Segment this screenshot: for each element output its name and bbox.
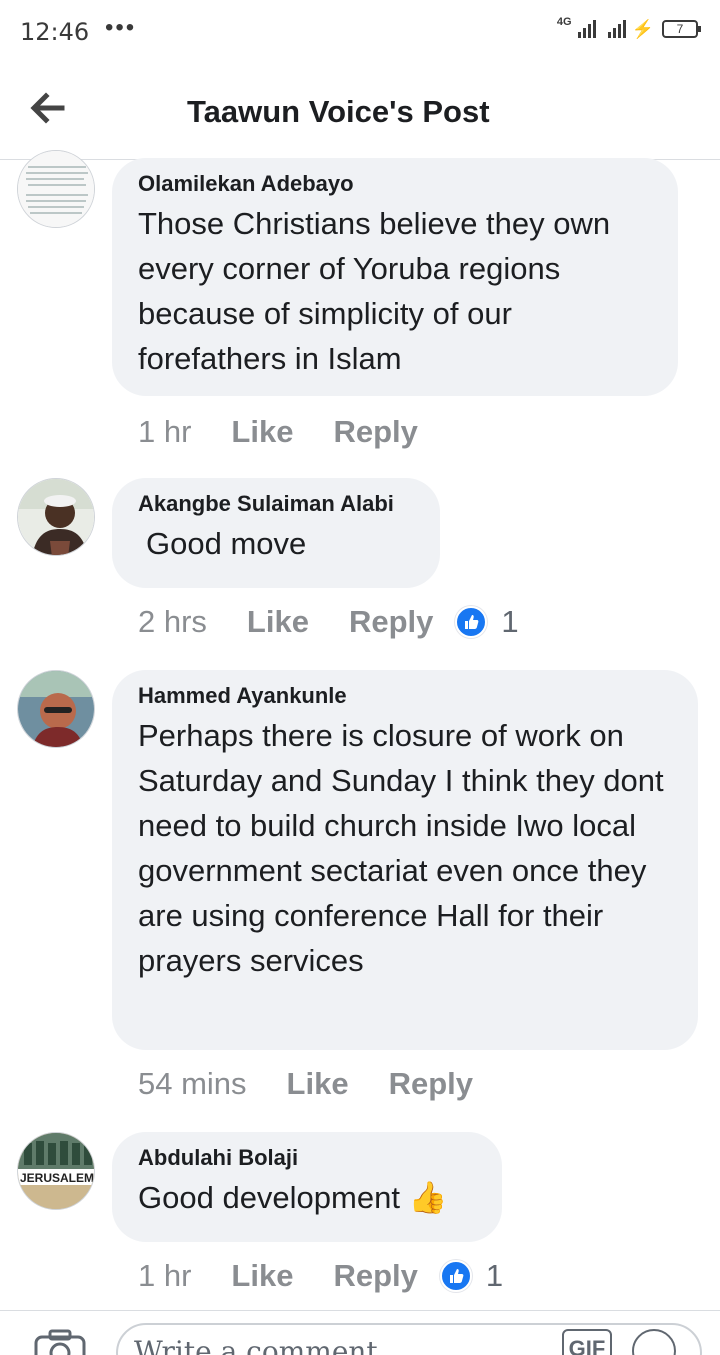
battery-icon: 7 bbox=[662, 20, 701, 38]
comment-text: Good development 👍 bbox=[138, 1175, 476, 1220]
comment-composer: Write a comment... GIF bbox=[0, 1310, 720, 1355]
charging-icon: ⚡ bbox=[631, 19, 654, 39]
status-icons: 4G ⚡ 7 bbox=[556, 16, 701, 39]
comment-text: Good move bbox=[146, 526, 307, 561]
comment-actions: 54 mins Like Reply bbox=[138, 1066, 473, 1102]
comment-bubble: Olamilekan Adebayo Those Christians beli… bbox=[112, 158, 678, 396]
thumbs-up-reaction-icon[interactable] bbox=[455, 606, 488, 638]
notification-dots: ••• bbox=[105, 14, 137, 41]
like-button[interactable]: Like bbox=[231, 414, 293, 450]
status-time: 12:46 bbox=[20, 18, 90, 46]
avatar[interactable] bbox=[17, 670, 95, 748]
comment-time[interactable]: 1 hr bbox=[138, 1258, 191, 1294]
comment-actions: 2 hrs Like Reply 1 bbox=[138, 604, 519, 640]
avatar[interactable]: JERUSALEM bbox=[17, 1132, 95, 1210]
comment-author[interactable]: Akangbe Sulaiman Alabi bbox=[138, 491, 414, 517]
reaction-count[interactable]: 1 bbox=[486, 1258, 503, 1294]
reply-button[interactable]: Reply bbox=[349, 604, 433, 640]
comment-bubble: Abdulahi Bolaji Good development 👍 bbox=[112, 1132, 502, 1242]
battery-level: 7 bbox=[676, 22, 684, 36]
thumbs-up-emoji-icon: 👍 bbox=[408, 1180, 448, 1215]
signal-icon-2 bbox=[607, 18, 626, 38]
reply-button[interactable]: Reply bbox=[389, 1066, 473, 1102]
comment-text-body: Good development bbox=[138, 1180, 400, 1215]
comment-actions: 1 hr Like Reply bbox=[138, 414, 418, 450]
reply-button[interactable]: Reply bbox=[333, 414, 417, 450]
comment-author[interactable]: Abdulahi Bolaji bbox=[138, 1145, 476, 1171]
post-header: Taawun Voice's Post bbox=[0, 62, 720, 160]
avatar[interactable] bbox=[17, 478, 95, 556]
comment-input-placeholder: Write a comment... bbox=[134, 1335, 405, 1355]
comment-text: Perhaps there is closure of work on Satu… bbox=[138, 718, 664, 978]
reaction-count[interactable]: 1 bbox=[501, 604, 518, 640]
like-button[interactable]: Like bbox=[231, 1258, 293, 1294]
comment-text: Those Christians believe they own every … bbox=[138, 206, 611, 376]
comment-author[interactable]: Olamilekan Adebayo bbox=[138, 171, 652, 197]
avatar[interactable] bbox=[17, 150, 95, 228]
back-arrow-icon[interactable] bbox=[28, 90, 68, 126]
comment-author[interactable]: Hammed Ayankunle bbox=[138, 683, 672, 709]
comment-bubble: Akangbe Sulaiman Alabi Good move bbox=[112, 478, 440, 588]
avatar-logo-text: JERUSALEM bbox=[20, 1171, 94, 1185]
like-button[interactable]: Like bbox=[247, 604, 309, 640]
comment-time[interactable]: 54 mins bbox=[138, 1066, 247, 1102]
comment-actions: 1 hr Like Reply 1 bbox=[138, 1258, 503, 1294]
thumbs-up-reaction-icon[interactable] bbox=[439, 1260, 472, 1292]
status-bar: 12:46 ••• 4G ⚡ 7 bbox=[0, 0, 720, 62]
comment-time[interactable]: 2 hrs bbox=[138, 604, 207, 640]
camera-icon[interactable] bbox=[32, 1329, 88, 1355]
comment-input[interactable]: Write a comment... bbox=[116, 1323, 702, 1355]
gif-icon[interactable]: GIF bbox=[562, 1329, 612, 1355]
like-button[interactable]: Like bbox=[287, 1066, 349, 1102]
comment-time[interactable]: 1 hr bbox=[138, 414, 191, 450]
page-title: Taawun Voice's Post bbox=[187, 94, 490, 129]
signal-icon bbox=[577, 18, 596, 38]
comment-bubble: Hammed Ayankunle Perhaps there is closur… bbox=[112, 670, 698, 1050]
network-type: 4G bbox=[556, 16, 572, 28]
reply-button[interactable]: Reply bbox=[333, 1258, 417, 1294]
